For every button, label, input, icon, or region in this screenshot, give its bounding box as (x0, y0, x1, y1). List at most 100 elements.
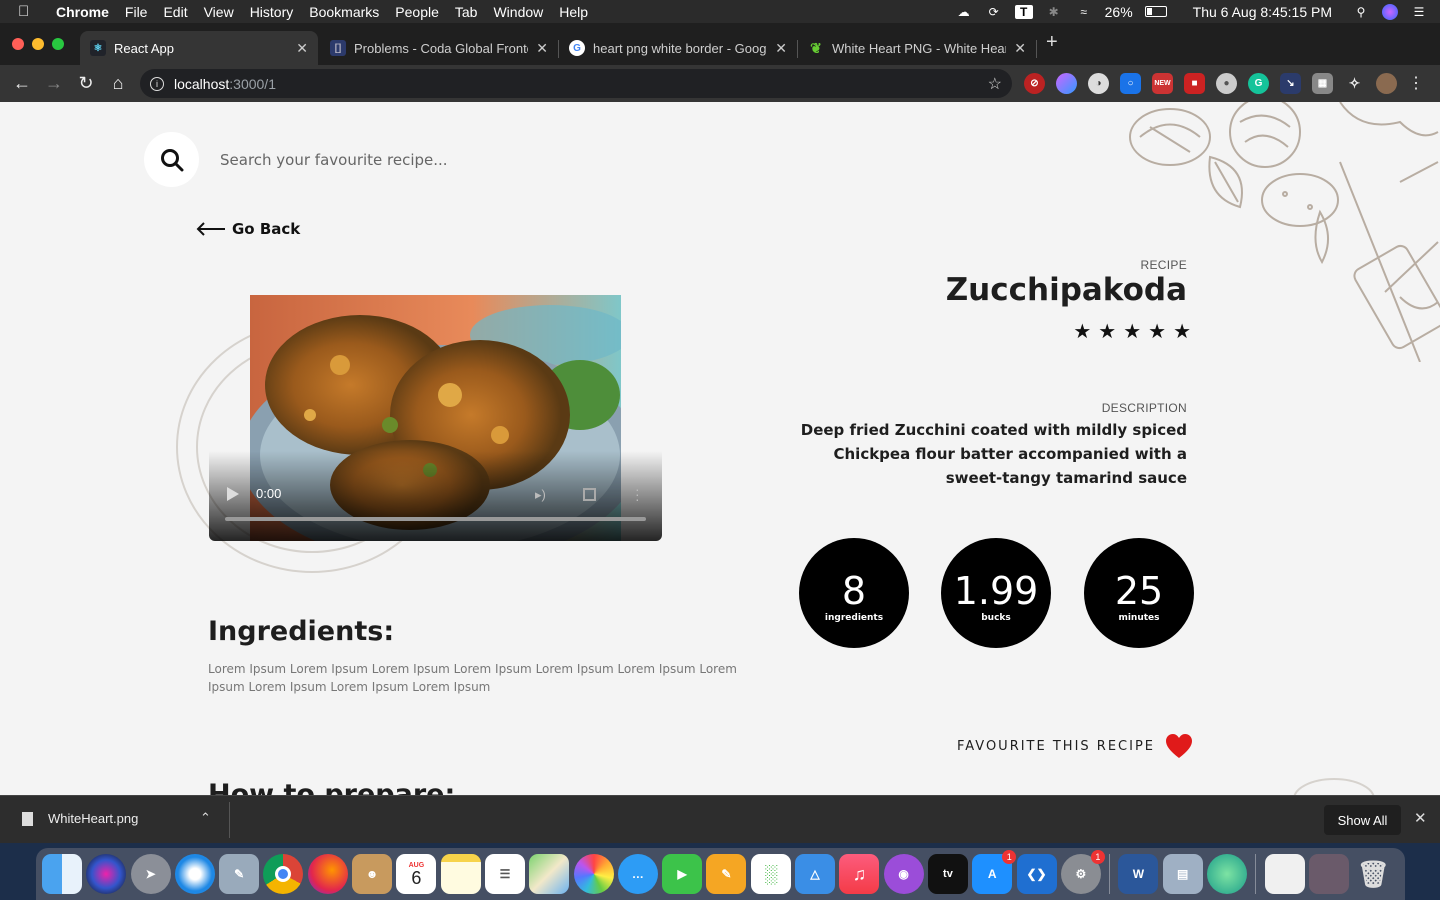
music-icon[interactable]: ♫ (839, 854, 880, 894)
sharing-extension-icon[interactable]: ↘ (1280, 73, 1301, 94)
video-progress-bar[interactable] (225, 517, 646, 521)
home-icon[interactable]: ⌂ (102, 73, 134, 94)
notes-icon[interactable] (440, 854, 481, 894)
show-all-downloads-button[interactable]: Show All (1324, 805, 1401, 835)
tab-coda-problems[interactable]: [] Problems - Coda Global Fronte ✕ (320, 31, 558, 65)
numbers-icon[interactable]: ░ (750, 854, 791, 894)
recipe-video-player[interactable]: 0:00 ▸) · · · (209, 295, 662, 541)
siri-icon[interactable] (86, 854, 127, 894)
tab-google-search[interactable]: G heart png white border - Goog ✕ (559, 31, 797, 65)
word-icon[interactable]: W (1118, 854, 1159, 894)
menu-tab[interactable]: Tab (455, 4, 478, 20)
favourite-recipe-button[interactable]: FAVOURITE THIS RECIPE (957, 733, 1193, 759)
app-store-icon[interactable]: A1 (972, 850, 1017, 894)
trello-extension-icon[interactable]: ■ (1184, 73, 1205, 94)
menu-view[interactable]: View (204, 4, 234, 20)
finder-icon[interactable] (42, 854, 82, 894)
trash-icon[interactable]: 🗑 (1353, 854, 1393, 894)
calendar-icon[interactable]: AUG 6 (396, 854, 437, 894)
volume-icon[interactable]: ▸) (535, 487, 551, 502)
keynote-icon[interactable]: △ (795, 854, 836, 894)
maps-icon[interactable] (529, 854, 570, 894)
recipe-search-input[interactable] (220, 146, 700, 174)
menu-app-name[interactable]: Chrome (56, 4, 109, 20)
new-tab-button[interactable]: + (1046, 31, 1058, 54)
vscode-icon[interactable]: ❮❯ (1016, 854, 1057, 894)
firefox-icon[interactable] (307, 854, 348, 894)
menu-window[interactable]: Window (493, 4, 543, 20)
downloaded-file[interactable]: WhiteHeart.png (22, 811, 138, 826)
search-button[interactable] (144, 132, 199, 187)
podcasts-icon[interactable]: ◉ (883, 854, 924, 894)
chevron-up-icon[interactable]: ⌃ (200, 810, 211, 826)
chrome-menu-icon[interactable]: ⋮ (1408, 73, 1424, 93)
grammarly-extension-icon[interactable]: G (1248, 73, 1269, 94)
toggl-extension-icon[interactable]: ○ (1120, 73, 1141, 94)
close-tab-icon[interactable]: ✕ (296, 40, 308, 57)
tab-react-app[interactable]: ⚛ React App ✕ (80, 31, 318, 65)
contacts-icon[interactable]: ☻ (352, 854, 393, 894)
preview-icon[interactable]: ✎ (219, 854, 260, 894)
siri-icon[interactable] (1382, 3, 1398, 20)
minimize-window-button[interactable] (32, 38, 44, 50)
document-thumbnail-icon[interactable] (1264, 854, 1305, 894)
how-to-prepare-heading: How to prepare: (208, 779, 456, 795)
photos-icon[interactable] (573, 854, 614, 894)
menu-help[interactable]: Help (559, 4, 588, 20)
pages-icon[interactable]: ✎ (706, 854, 747, 894)
reload-icon[interactable]: ↻ (70, 73, 102, 94)
close-tab-icon[interactable]: ✕ (1014, 40, 1026, 57)
go-back-link[interactable]: Go Back (196, 220, 300, 238)
colorpick-extension-icon[interactable] (1056, 73, 1077, 94)
apple-tv-icon[interactable]: tv (927, 854, 968, 894)
tab-white-heart-png[interactable]: ❦ White Heart PNG - White Heart ✕ (798, 31, 1036, 65)
new-badge-extension-icon[interactable]: NEW (1152, 73, 1173, 94)
system-preferences-icon[interactable]: ⚙ 1 (1060, 850, 1105, 894)
play-icon[interactable] (227, 487, 239, 501)
sync-icon[interactable]: ⟳ (985, 5, 1003, 19)
bookmark-star-icon[interactable]: ☆ (988, 74, 1002, 94)
launchpad-icon[interactable]: ➤ (130, 854, 171, 894)
spotlight-search-icon[interactable]: ⚲ (1352, 5, 1370, 19)
react-icon: ⚛ (90, 40, 106, 56)
close-tab-icon[interactable]: ✕ (775, 40, 787, 57)
tab-manager-extension-icon[interactable]: ▦ (1312, 73, 1333, 94)
notification-center-icon[interactable]: ☰ (1410, 5, 1428, 19)
disk-utility-icon[interactable]: ▤ (1162, 854, 1203, 894)
profile-avatar-icon[interactable] (1376, 73, 1397, 94)
battery-icon[interactable] (1144, 6, 1167, 17)
extensions-row: ⊘ ◑ ○ NEW ■ ● G ↘ ▦ ✧ (1024, 73, 1397, 94)
back-arrow-icon[interactable]: ← (6, 73, 38, 94)
forward-arrow-icon[interactable]: → (38, 73, 70, 94)
menu-file[interactable]: File (125, 4, 148, 20)
menu-history[interactable]: History (250, 4, 294, 20)
address-bar[interactable]: i localhost :3000/1 ☆ (140, 69, 1012, 98)
record-extension-icon[interactable]: ● (1216, 73, 1237, 94)
wifi-icon[interactable]: ≈ (1075, 5, 1093, 19)
dark-mode-extension-icon[interactable]: ◑ (1088, 73, 1109, 94)
browser-app-icon[interactable] (1207, 854, 1248, 894)
clock[interactable]: Thu 6 Aug 8:45:15 PM (1193, 4, 1332, 20)
apple-menu-icon[interactable]:  (18, 3, 38, 20)
close-window-button[interactable] (12, 38, 24, 50)
ublock-extension-icon[interactable]: ⊘ (1024, 73, 1045, 94)
safari-icon[interactable] (174, 854, 215, 894)
screenshots-stack-icon[interactable] (1308, 854, 1349, 894)
puzzle-extensions-icon[interactable]: ✧ (1344, 73, 1365, 94)
site-info-icon[interactable]: i (150, 76, 164, 91)
menu-people[interactable]: People (395, 4, 439, 20)
video-more-icon[interactable]: · · · (635, 482, 640, 506)
menu-edit[interactable]: Edit (163, 4, 187, 20)
creative-cloud-icon[interactable]: ☁ (955, 5, 973, 19)
fullscreen-icon[interactable] (583, 488, 596, 501)
bluetooth-icon[interactable]: ✱ (1045, 5, 1063, 19)
zoom-window-button[interactable] (52, 38, 64, 50)
menu-bookmarks[interactable]: Bookmarks (309, 4, 379, 20)
typora-icon[interactable]: T (1014, 4, 1033, 19)
facetime-icon[interactable]: ▶ (662, 854, 703, 894)
close-shelf-icon[interactable]: ✕ (1414, 809, 1427, 827)
messages-icon[interactable]: … (617, 854, 658, 894)
reminders-icon[interactable]: ☰ (484, 854, 525, 894)
close-tab-icon[interactable]: ✕ (536, 40, 548, 57)
chrome-icon[interactable] (263, 854, 304, 894)
